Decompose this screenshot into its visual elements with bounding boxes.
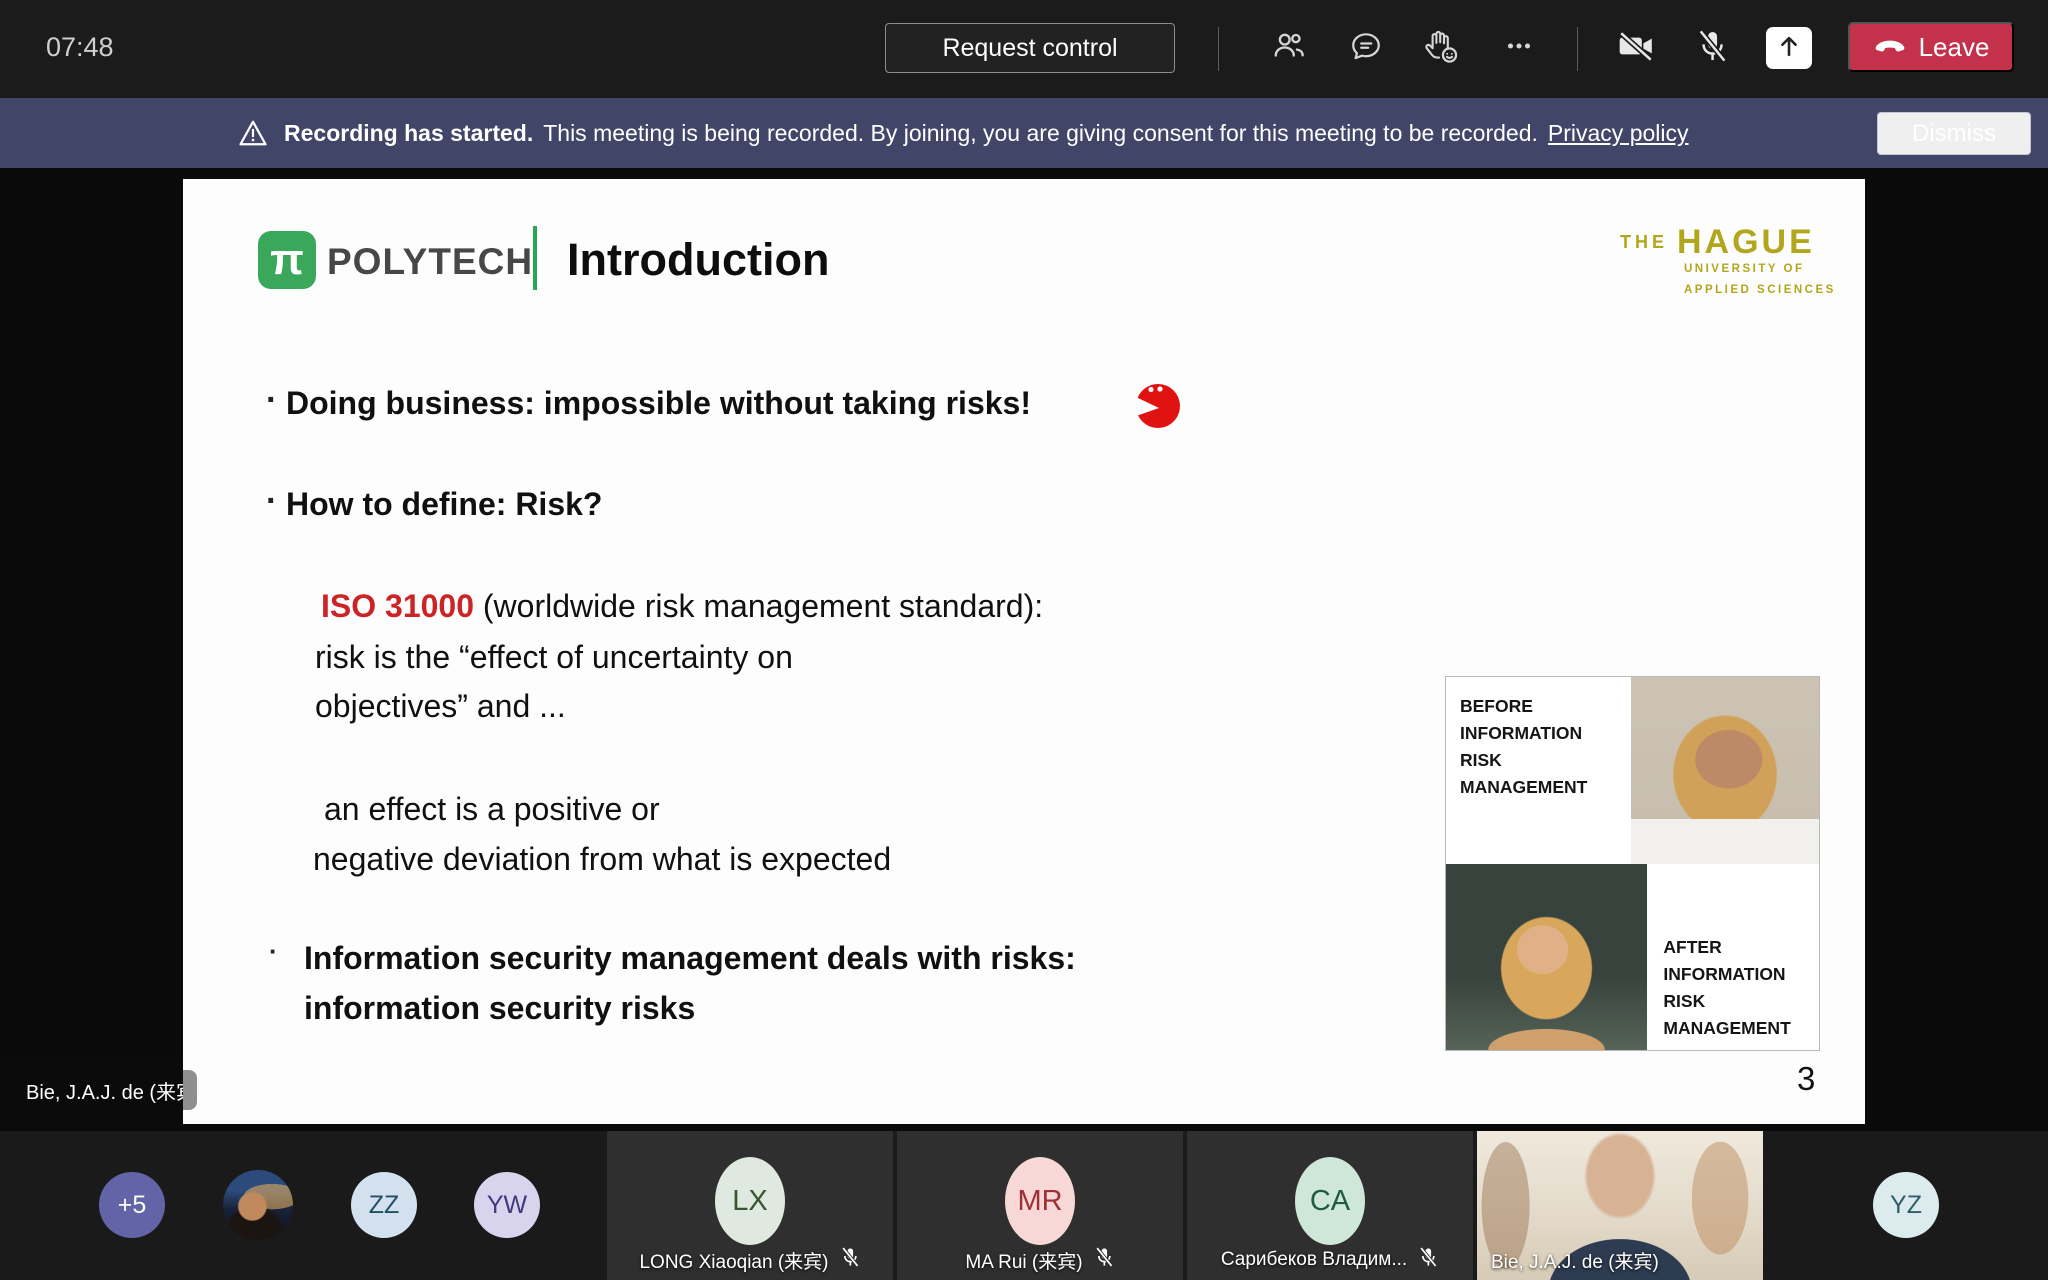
mic-off-icon [1417,1246,1439,1274]
more-icon [1502,29,1536,68]
mic-off-icon [1694,28,1730,69]
raise-hand-icon [1421,28,1459,69]
share-icon [1775,32,1803,65]
hague-logo-the: THE [1620,232,1668,253]
banner-title: Recording has started. [284,120,533,147]
participant-tile-lx[interactable]: LX LONG Xiaoqian (来宾) [607,1131,893,1280]
meme-before-cell: BEFORE INFORMATION RISK MANAGEMENT [1446,677,1631,864]
pacman-icon [1135,382,1181,435]
dismiss-button[interactable]: Dismiss [1877,112,2031,155]
iso-definition-line-1: ISO 31000 (worldwide risk management sta… [321,588,1043,625]
participant-video-tile-bie[interactable]: Bie, J.A.J. de (来宾) [1477,1131,1763,1280]
avatar: LX [715,1157,785,1245]
title-divider [533,226,537,290]
leave-button[interactable]: Leave [1848,22,2014,72]
bullet-doing-business: Doing business: impossible without takin… [286,385,1031,422]
raise-hand-button[interactable] [1417,25,1463,71]
avatar: CA [1295,1157,1365,1245]
camera-off-icon [1616,29,1656,68]
meme-before-photo [1631,677,1819,864]
leave-button-label: Leave [1919,32,1990,63]
meme-after-text: AFTER INFORMATION RISK MANAGEMENT [1663,934,1803,1043]
polytech-brand-name: POLYTECH [327,241,533,283]
slide-page-number: 3 [1797,1060,1815,1098]
share-screen-button[interactable] [1766,27,1812,69]
presentation-slide: π POLYTECH Introduction THE HAGUE UNIVER… [183,179,1865,1124]
before-after-meme: BEFORE INFORMATION RISK MANAGEMENT AFTER… [1445,676,1820,1051]
avatar: MR [1005,1157,1075,1245]
iso-definition-line-3: objectives” and ... [315,688,566,725]
mic-off-icon [1093,1246,1115,1274]
overflow-participants-badge[interactable]: +5 [99,1172,165,1238]
meme-after-photo [1446,864,1647,1051]
meme-after-cell: AFTER INFORMATION RISK MANAGEMENT [1647,864,1819,1051]
participant-strip: +5 ZZ YW LX LONG Xiaoqian (来宾) MR [0,1131,2048,1280]
iso-standard-rest: (worldwide risk management standard): [474,588,1043,624]
bullet-dot: · [266,381,277,420]
participant-name-label: Bie, J.A.J. de (来宾) [1491,1247,1659,1274]
hague-logo-subtitle-1: UNIVERSITY OF [1684,259,1836,280]
warning-icon [238,118,268,148]
iso-standard-name: ISO 31000 [321,588,474,624]
recording-banner: Recording has started. This meeting is b… [0,98,2048,168]
hague-university-logo: THE HAGUE UNIVERSITY OF APPLIED SCIENCES [1620,225,1836,300]
participant-name-label: MA Rui (来宾) [965,1247,1082,1274]
meme-before-text: BEFORE INFORMATION RISK MANAGEMENT [1460,693,1600,802]
chat-button[interactable] [1343,25,1389,71]
bullet-how-to-define: How to define: Risk? [286,486,602,523]
participant-name-label: Сарибеков Владим... [1221,1249,1407,1271]
bullet-infosec-line-2: information security risks [304,990,695,1027]
bullet-infosec-line-1: Information security management deals wi… [304,940,1076,977]
toolbar-divider [1218,27,1219,71]
meeting-timer: 07:48 [46,32,114,63]
banner-message: This meeting is being recorded. By joini… [543,120,1538,147]
iso-definition-line-2: risk is the “effect of uncertainty on [315,639,793,676]
camera-toggle-button[interactable] [1613,25,1659,71]
request-control-button[interactable]: Request control [885,23,1175,73]
participant-name-label: LONG Xiaoqian (来宾) [639,1247,828,1274]
chat-icon [1349,29,1383,68]
polytech-pi-glyph: π [270,235,304,285]
participant-avatar-zz[interactable]: ZZ [351,1172,417,1238]
effect-line-1: an effect is a positive or [324,791,660,828]
teams-meeting-screen: 07:48 Request control [0,0,2048,1280]
bullet-dot: · [266,482,277,521]
mic-toggle-button[interactable] [1689,25,1735,71]
meeting-toolbar: 07:48 Request control [0,0,2048,98]
participants-button[interactable] [1266,25,1312,71]
privacy-policy-link[interactable]: Privacy policy [1548,120,1689,147]
more-options-button[interactable] [1496,25,1542,71]
participant-tile-mr[interactable]: MR MA Rui (来宾) [897,1131,1183,1280]
name-tag-handle [183,1070,197,1110]
hague-logo-subtitle-2: APPLIED SCIENCES [1684,280,1836,301]
phone-hangup-icon [1873,32,1907,63]
mic-off-icon [839,1246,861,1274]
polytech-logo-icon: π [258,231,316,289]
hague-logo-name: HAGUE [1677,225,1815,259]
participant-avatar-yw[interactable]: YW [474,1172,540,1238]
effect-line-2: negative deviation from what is expected [313,841,891,878]
bullet-dot: · [269,936,278,967]
people-icon [1271,29,1307,68]
shared-screen-stage: π POLYTECH Introduction THE HAGUE UNIVER… [0,168,2048,1131]
participant-avatar-yz[interactable]: YZ [1873,1172,1939,1238]
slide-title: Introduction [567,234,829,286]
participant-tile-ca[interactable]: CA Сарибеков Владим... [1187,1131,1473,1280]
participant-photo-avatar[interactable] [223,1170,293,1240]
presenter-name-label: Bie, J.A.J. de (来宾) [26,1076,203,1105]
toolbar-divider [1577,27,1578,71]
